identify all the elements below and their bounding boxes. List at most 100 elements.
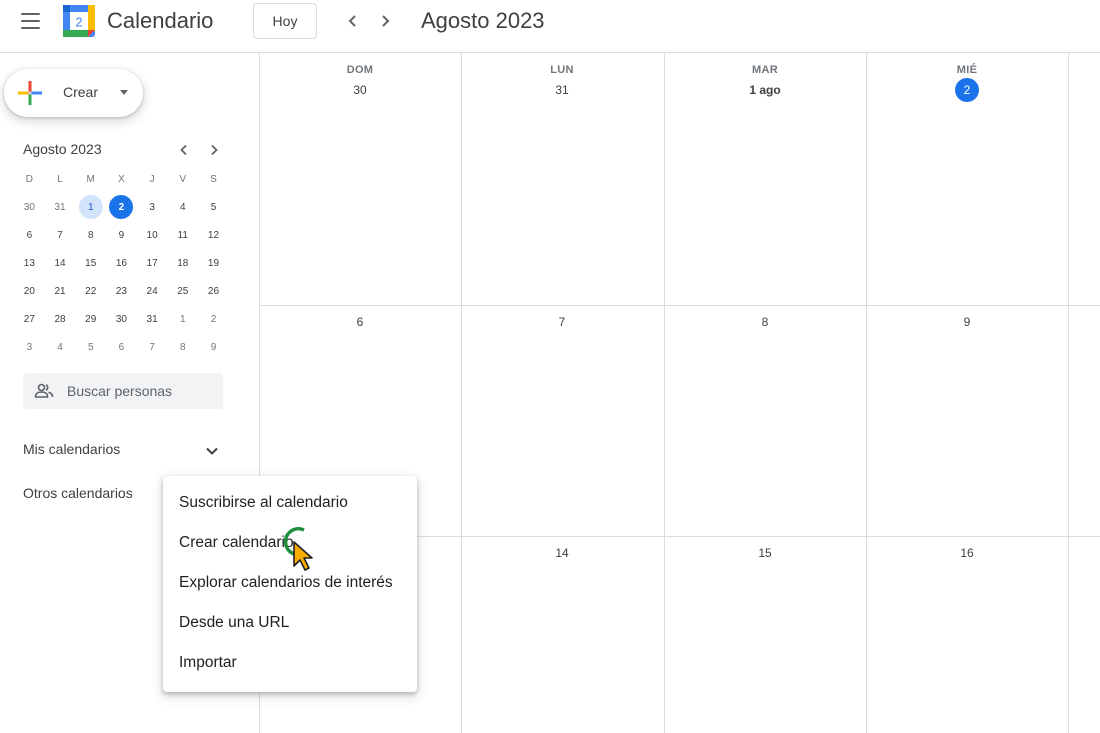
grid-divider — [461, 53, 462, 733]
grid-divider — [664, 53, 665, 733]
mini-day[interactable]: 5 — [198, 195, 229, 219]
mini-day[interactable]: 19 — [198, 251, 229, 275]
mini-week-row: 27 28 29 30 31 1 2 — [14, 305, 229, 333]
grid-divider — [866, 53, 867, 733]
mini-day[interactable]: 4 — [45, 335, 76, 359]
mini-day[interactable]: 25 — [167, 279, 198, 303]
mini-day[interactable]: 8 — [167, 335, 198, 359]
mini-weekday: X — [118, 173, 125, 185]
chevron-down-icon[interactable] — [200, 439, 224, 463]
mini-day[interactable]: 8 — [75, 223, 106, 247]
mini-day[interactable]: 17 — [137, 251, 168, 275]
top-bar: 2 Calendario Hoy Agosto 2023 — [0, 0, 1100, 53]
mini-day[interactable]: 9 — [106, 223, 137, 247]
mini-day[interactable]: 5 — [75, 335, 106, 359]
mini-day[interactable]: 31 — [45, 195, 76, 219]
mini-day[interactable]: 7 — [137, 335, 168, 359]
people-icon — [34, 383, 54, 398]
mini-day[interactable]: 18 — [167, 251, 198, 275]
day-number-today[interactable]: 2 — [866, 78, 1068, 102]
mini-day[interactable]: 7 — [45, 223, 76, 247]
mini-day[interactable]: 30 — [106, 307, 137, 331]
today-marker: 2 — [955, 78, 979, 102]
grid-divider — [1068, 53, 1069, 733]
mini-weekday: M — [86, 173, 95, 185]
mini-day[interactable]: 30 — [14, 195, 45, 219]
day-number[interactable]: 14 — [461, 546, 663, 560]
day-of-week-header: LUN — [550, 64, 574, 76]
mini-day[interactable]: 1 — [167, 307, 198, 331]
mini-day[interactable]: 6 — [14, 223, 45, 247]
today-button[interactable]: Hoy — [253, 3, 317, 39]
mini-day[interactable]: 12 — [198, 223, 229, 247]
day-number[interactable]: 30 — [259, 83, 461, 97]
menu-item-import[interactable]: Importar — [163, 643, 417, 683]
menu-item-browse-calendars[interactable]: Explorar calendarios de interés — [163, 563, 417, 603]
mini-day[interactable]: 11 — [167, 223, 198, 247]
menu-item-from-url[interactable]: Desde una URL — [163, 603, 417, 643]
next-period-icon[interactable] — [373, 9, 397, 33]
mini-day[interactable]: 6 — [106, 335, 137, 359]
menu-item-subscribe[interactable]: Suscribirse al calendario — [163, 483, 417, 523]
mini-day[interactable]: 20 — [14, 279, 45, 303]
mini-day[interactable]: 24 — [137, 279, 168, 303]
mini-weekday: V — [179, 173, 187, 185]
day-number[interactable]: 7 — [461, 315, 663, 329]
mini-day[interactable]: 28 — [45, 307, 76, 331]
day-number[interactable]: 1 ago — [664, 83, 866, 97]
create-button[interactable]: Crear — [4, 69, 143, 117]
mini-week-row: 3 4 5 6 7 8 9 — [14, 333, 229, 361]
day-of-week-header: MAR — [752, 64, 778, 76]
mini-day[interactable]: 3 — [137, 195, 168, 219]
day-number[interactable]: 16 — [866, 546, 1068, 560]
mini-week-row: 20 21 22 23 24 25 26 — [14, 277, 229, 305]
mini-next-month-icon[interactable] — [203, 139, 225, 161]
app-title: Calendario — [107, 8, 214, 33]
mini-day[interactable]: 4 — [167, 195, 198, 219]
mini-day[interactable]: 26 — [198, 279, 229, 303]
day-number[interactable]: 9 — [866, 315, 1068, 329]
day-of-week-header: MIÉ — [956, 64, 978, 76]
mini-day[interactable]: 9 — [198, 335, 229, 359]
mini-day[interactable]: 2 — [198, 307, 229, 331]
search-people-placeholder: Buscar personas — [67, 383, 173, 399]
previous-period-icon[interactable] — [341, 9, 365, 33]
mini-day[interactable]: 29 — [75, 307, 106, 331]
day-of-week-header: DOM — [346, 64, 374, 76]
mini-previous-month-icon[interactable] — [173, 139, 195, 161]
mini-day[interactable]: 10 — [137, 223, 168, 247]
mini-day[interactable]: 22 — [75, 279, 106, 303]
plus-icon — [18, 81, 42, 105]
create-label: Crear — [63, 84, 99, 100]
other-calendars-heading[interactable]: Otros calendarios — [23, 485, 133, 501]
day-number[interactable]: 15 — [664, 546, 866, 560]
day-number[interactable]: 6 — [259, 315, 461, 329]
mini-calendar-title: Agosto 2023 — [23, 141, 102, 157]
day-number[interactable]: 8 — [664, 315, 866, 329]
mini-weekday: D — [25, 173, 33, 185]
calendar-logo-icon: 2 — [63, 5, 95, 37]
mini-day[interactable]: 21 — [45, 279, 76, 303]
mini-weekday: J — [149, 173, 155, 185]
mini-day-today[interactable]: 2 — [106, 195, 137, 219]
mini-day[interactable]: 13 — [14, 251, 45, 275]
mini-week-row: 6 7 8 9 10 11 12 — [14, 221, 229, 249]
mini-day[interactable]: 23 — [106, 279, 137, 303]
mini-day[interactable]: 15 — [75, 251, 106, 275]
mini-weekday-row: D L M X J V S — [14, 165, 229, 193]
mini-day[interactable]: 16 — [106, 251, 137, 275]
mini-day[interactable]: 3 — [14, 335, 45, 359]
mini-day-selected[interactable]: 1 — [75, 195, 106, 219]
mini-week-row: 30 31 1 2 3 4 5 — [14, 193, 229, 221]
search-people-input[interactable]: Buscar personas — [23, 373, 223, 409]
main-menu-icon[interactable] — [14, 7, 48, 35]
day-number[interactable]: 31 — [461, 83, 663, 97]
mini-week-row: 13 14 15 16 17 18 19 — [14, 249, 229, 277]
my-calendars-heading[interactable]: Mis calendarios — [23, 441, 120, 457]
menu-item-create-calendar[interactable]: Crear calendario — [163, 523, 417, 563]
grid-divider — [259, 305, 1100, 306]
mini-day[interactable]: 14 — [45, 251, 76, 275]
add-calendar-menu: Suscribirse al calendario Crear calendar… — [163, 476, 417, 692]
mini-day[interactable]: 31 — [137, 307, 168, 331]
mini-day[interactable]: 27 — [14, 307, 45, 331]
